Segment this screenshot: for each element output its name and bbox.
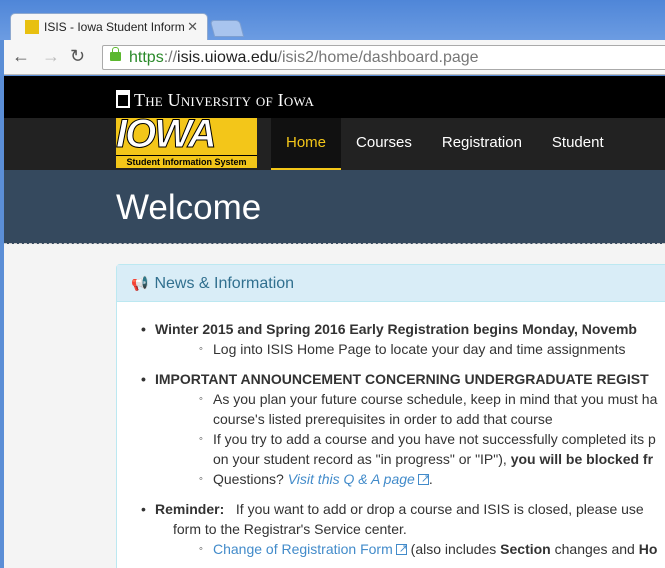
lock-icon xyxy=(110,47,121,61)
news-panel: 📢 News & Information Winter 2015 and Spri… xyxy=(116,264,665,568)
main-nav: IOWA Student Information System Home Cou… xyxy=(4,118,665,201)
panel-title: News & Information xyxy=(154,275,295,292)
nav-student-records[interactable]: Student Records xyxy=(537,118,665,201)
blocked-warning: you will be blocked fr xyxy=(510,451,654,467)
page: The University of Iowa IOWA Student Info… xyxy=(4,76,665,568)
text: Questions? xyxy=(213,471,288,487)
text: on your student record as "in progress" … xyxy=(213,451,511,467)
university-logo[interactable]: The University of Iowa xyxy=(116,90,314,111)
megaphone-icon: 📢 xyxy=(131,275,149,291)
news-subitem: Change of Registration Form (also includ… xyxy=(199,539,658,559)
text: (also includes xyxy=(406,541,501,557)
url-path: /isis2/home/dashboard.page xyxy=(277,49,479,66)
external-link-icon xyxy=(395,539,408,559)
university-header: The University of Iowa xyxy=(4,76,665,118)
browser-tab[interactable]: ISIS - Iowa Student Inform ✕ xyxy=(10,13,208,40)
change-registration-form-link[interactable]: Change of Registration Form xyxy=(213,541,393,557)
url-host: isis.uiowa.edu xyxy=(177,49,278,66)
url-scheme: https xyxy=(129,49,164,66)
isis-logo[interactable]: IOWA Student Information System xyxy=(116,118,257,168)
news-item-cont: form to the Registrar's Service center. xyxy=(173,521,407,537)
back-icon[interactable]: ← xyxy=(12,46,30,67)
logo-word: IOWA xyxy=(116,118,217,157)
qa-page-link[interactable]: Visit this Q & A page xyxy=(288,471,415,487)
nav-courses[interactable]: Courses xyxy=(341,118,427,170)
page-title: Welcome xyxy=(116,188,262,227)
text: Ho xyxy=(638,541,658,557)
reload-icon[interactable]: ↻ xyxy=(70,46,85,67)
news-subitem: Log into ISIS Home Page to locate your d… xyxy=(199,339,625,359)
university-name: The University of Iowa xyxy=(134,90,315,110)
reminder-label: Reminder: xyxy=(155,501,225,517)
news-subitem-cont: course's listed prerequisites in order t… xyxy=(213,411,553,427)
external-link-icon xyxy=(417,469,430,489)
panel-header: 📢 News & Information xyxy=(117,265,665,302)
news-item: IMPORTANT ANNOUNCEMENT CONCERNING UNDERG… xyxy=(141,369,649,389)
logo-subtitle: Student Information System xyxy=(116,155,257,168)
nav-registration[interactable]: Registration xyxy=(427,118,537,170)
news-item: Winter 2015 and Spring 2016 Early Regist… xyxy=(141,319,637,339)
new-tab-button[interactable] xyxy=(209,20,245,37)
news-item: Reminder: If you want to add or drop a c… xyxy=(141,499,644,519)
news-subitem: Questions? Visit this Q & A page. xyxy=(199,469,433,489)
address-bar[interactable]: https://isis.uiowa.edu/isis2/home/dashbo… xyxy=(102,45,665,70)
text: If you want to add or drop a course and … xyxy=(224,501,644,517)
tab-title: ISIS - Iowa Student Inform xyxy=(44,20,185,34)
close-tab-icon[interactable]: ✕ xyxy=(187,19,198,35)
news-subitem-cont: on your student record as "in progress" … xyxy=(213,449,653,469)
browser-tab-bar: ISIS - Iowa Student Inform ✕ xyxy=(0,0,665,40)
news-subitem: As you plan your future course schedule,… xyxy=(199,389,657,409)
old-capitol-icon xyxy=(116,90,130,108)
nav-home[interactable]: Home xyxy=(271,118,342,170)
forward-icon[interactable]: → xyxy=(42,46,60,67)
text: Section xyxy=(500,541,551,557)
news-subitem: If you try to add a course and you have … xyxy=(199,429,656,449)
isis-favicon-icon xyxy=(25,20,39,34)
text: changes and xyxy=(550,541,639,557)
url-separator: :// xyxy=(163,49,178,66)
welcome-banner: Welcome xyxy=(4,170,665,244)
browser-toolbar: ← → ↻ https://isis.uiowa.edu/isis2/home/… xyxy=(4,40,665,75)
